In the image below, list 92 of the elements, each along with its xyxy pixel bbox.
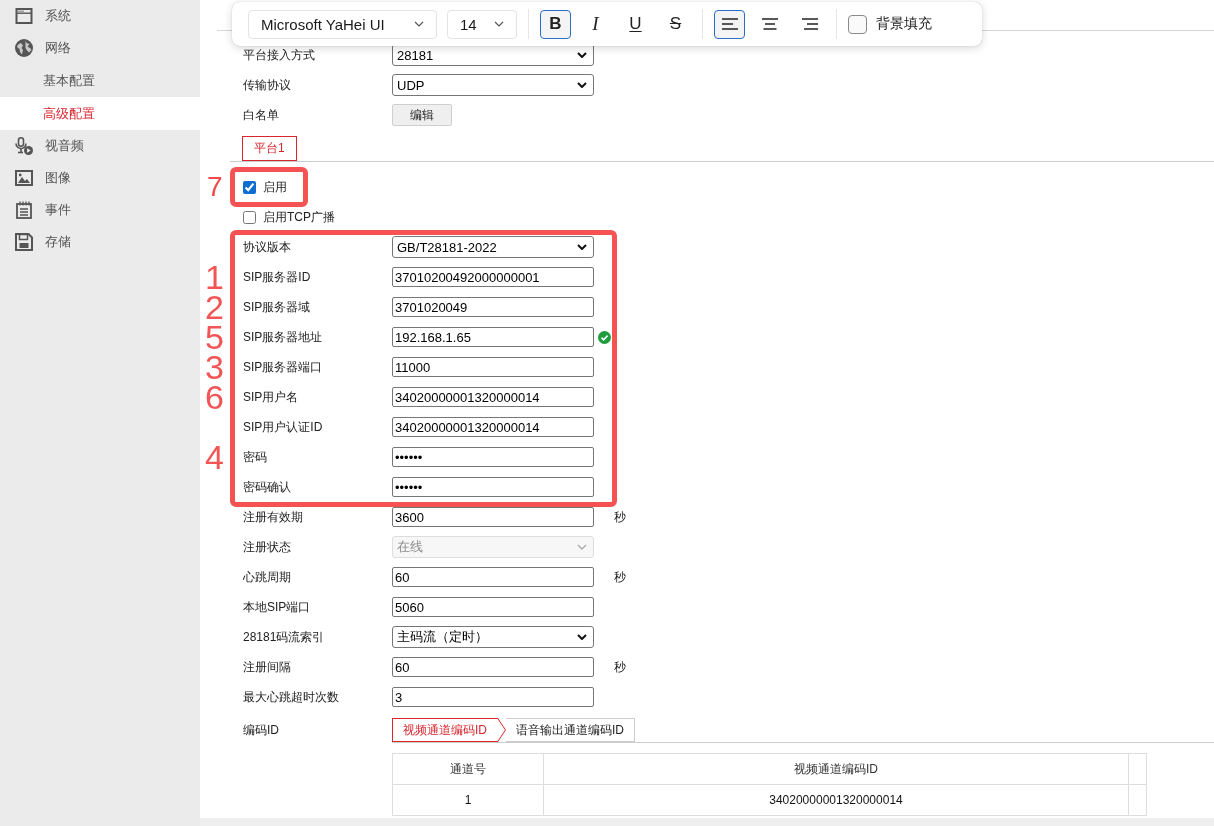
annotation-number: 3: [205, 352, 224, 382]
caret-icon: [577, 82, 587, 88]
dropdown[interactable]: Microsoft YaHei UI: [248, 9, 437, 39]
select-field[interactable]: 28181: [392, 44, 594, 66]
table-header-cell: 通道号: [392, 753, 544, 785]
field-label: SIP用户名: [243, 388, 300, 406]
annotation-number: 2: [205, 292, 224, 322]
input-field[interactable]: 34020000001320000014: [392, 387, 594, 407]
select-field[interactable]: 主码流（定时）: [392, 626, 594, 648]
annotation-number: 1: [205, 262, 224, 292]
field-label: 注册有效期: [243, 508, 304, 526]
sidebar-item[interactable]: 视音频: [0, 130, 200, 162]
sidebar-item[interactable]: 图像: [0, 162, 200, 194]
tab[interactable]: 语音输出通道编码ID: [506, 718, 635, 742]
tab[interactable]: 视频通道编码ID: [392, 718, 506, 742]
annotation-number: 4: [205, 442, 224, 472]
password-field[interactable]: ••••••: [392, 447, 594, 467]
globe-icon: [15, 39, 33, 57]
annotation-number: 5: [205, 322, 224, 352]
field-label: 平台接入方式: [243, 46, 316, 64]
underline-button[interactable]: U: [620, 9, 651, 39]
field-label: 密码确认: [243, 478, 292, 496]
strikethrough-button[interactable]: S: [660, 9, 691, 39]
sidebar-item[interactable]: 网络: [0, 32, 200, 64]
sidebar-item[interactable]: 基本配置: [0, 64, 200, 97]
input-field[interactable]: 3701020049: [392, 297, 594, 317]
table-header-cell: 视频通道编码ID: [543, 753, 1129, 785]
input-field[interactable]: 60: [392, 567, 594, 587]
align-left-button[interactable]: [714, 9, 745, 39]
field-label: 协议版本: [243, 238, 292, 256]
input-field[interactable]: 5060: [392, 597, 594, 617]
unit-label: 秒: [614, 508, 626, 526]
caret-icon: [577, 52, 587, 58]
field-label: 28181码流索引: [243, 628, 326, 646]
unit-label: 秒: [614, 568, 626, 586]
checkbox[interactable]: [848, 14, 867, 34]
bold-button[interactable]: B: [540, 9, 571, 39]
field-label: 注册状态: [243, 538, 292, 556]
field-label: 本地SIP端口: [243, 598, 312, 616]
sidebar-item[interactable]: 存储: [0, 226, 200, 258]
input-field[interactable]: 11000: [392, 357, 594, 377]
input-field[interactable]: 3600: [392, 507, 594, 527]
field-label: 传输协议: [243, 76, 292, 94]
table-cell: 1: [392, 784, 544, 816]
checkbox[interactable]: [243, 180, 256, 194]
select-field[interactable]: GB/T28181-2022: [392, 236, 594, 258]
italic-button[interactable]: I: [580, 9, 611, 39]
sidebar-item[interactable]: 高级配置: [0, 97, 200, 130]
align-center-icon: [760, 17, 779, 31]
field-label: 白名单: [243, 106, 280, 124]
window-icon: [15, 7, 33, 25]
select-field: 在线: [392, 536, 594, 558]
image-icon: [15, 169, 33, 187]
checkbox-label: 背景填充: [876, 15, 932, 33]
align-right-icon: [800, 17, 819, 31]
input-field[interactable]: 60: [392, 657, 594, 677]
caret-icon: [414, 21, 424, 27]
field-label: 注册间隔: [243, 658, 292, 676]
field-label: SIP服务器ID: [243, 268, 312, 286]
checkbox-label: 启用TCP广播: [263, 208, 335, 226]
unit-label: 秒: [614, 658, 626, 676]
checkbox-label: 启用: [263, 178, 287, 196]
field-label: SIP用户认证ID: [243, 418, 324, 436]
field-label: SIP服务器端口: [243, 358, 324, 376]
field-label: 密码: [243, 448, 268, 466]
caret-icon: [494, 21, 504, 27]
edit-button[interactable]: 编辑: [392, 104, 452, 126]
sidebar-item[interactable]: 事件: [0, 194, 200, 226]
table-cell: 34020000001320000014: [543, 784, 1129, 816]
annotation-number: 6: [205, 382, 224, 412]
sidebar-item[interactable]: 系统: [0, 0, 200, 32]
field-label: 心跳周期: [243, 568, 292, 586]
annotation-number: 7: [207, 172, 223, 202]
input-field[interactable]: 3: [392, 687, 594, 707]
align-left-icon: [720, 17, 739, 31]
microphone-icon: [15, 137, 33, 155]
input-field[interactable]: 37010200492000000001: [392, 267, 594, 287]
input-field[interactable]: 34020000001320000014: [392, 417, 594, 437]
input-field[interactable]: 192.168.1.65: [392, 327, 594, 347]
checkbox[interactable]: [243, 210, 256, 224]
password-field[interactable]: ••••••: [392, 477, 594, 497]
field-label: SIP服务器地址: [243, 328, 324, 346]
caret-icon: [577, 244, 587, 250]
caret-icon: [577, 544, 587, 550]
caret-icon: [577, 634, 587, 640]
field-label: SIP服务器域: [243, 298, 312, 316]
field-label: 最大心跳超时次数: [243, 688, 340, 706]
select-field[interactable]: UDP: [392, 74, 594, 96]
tab[interactable]: 平台1: [242, 136, 297, 161]
field-label: 编码ID: [243, 722, 280, 739]
dropdown[interactable]: 14: [447, 9, 517, 39]
notepad-icon: [15, 201, 33, 219]
